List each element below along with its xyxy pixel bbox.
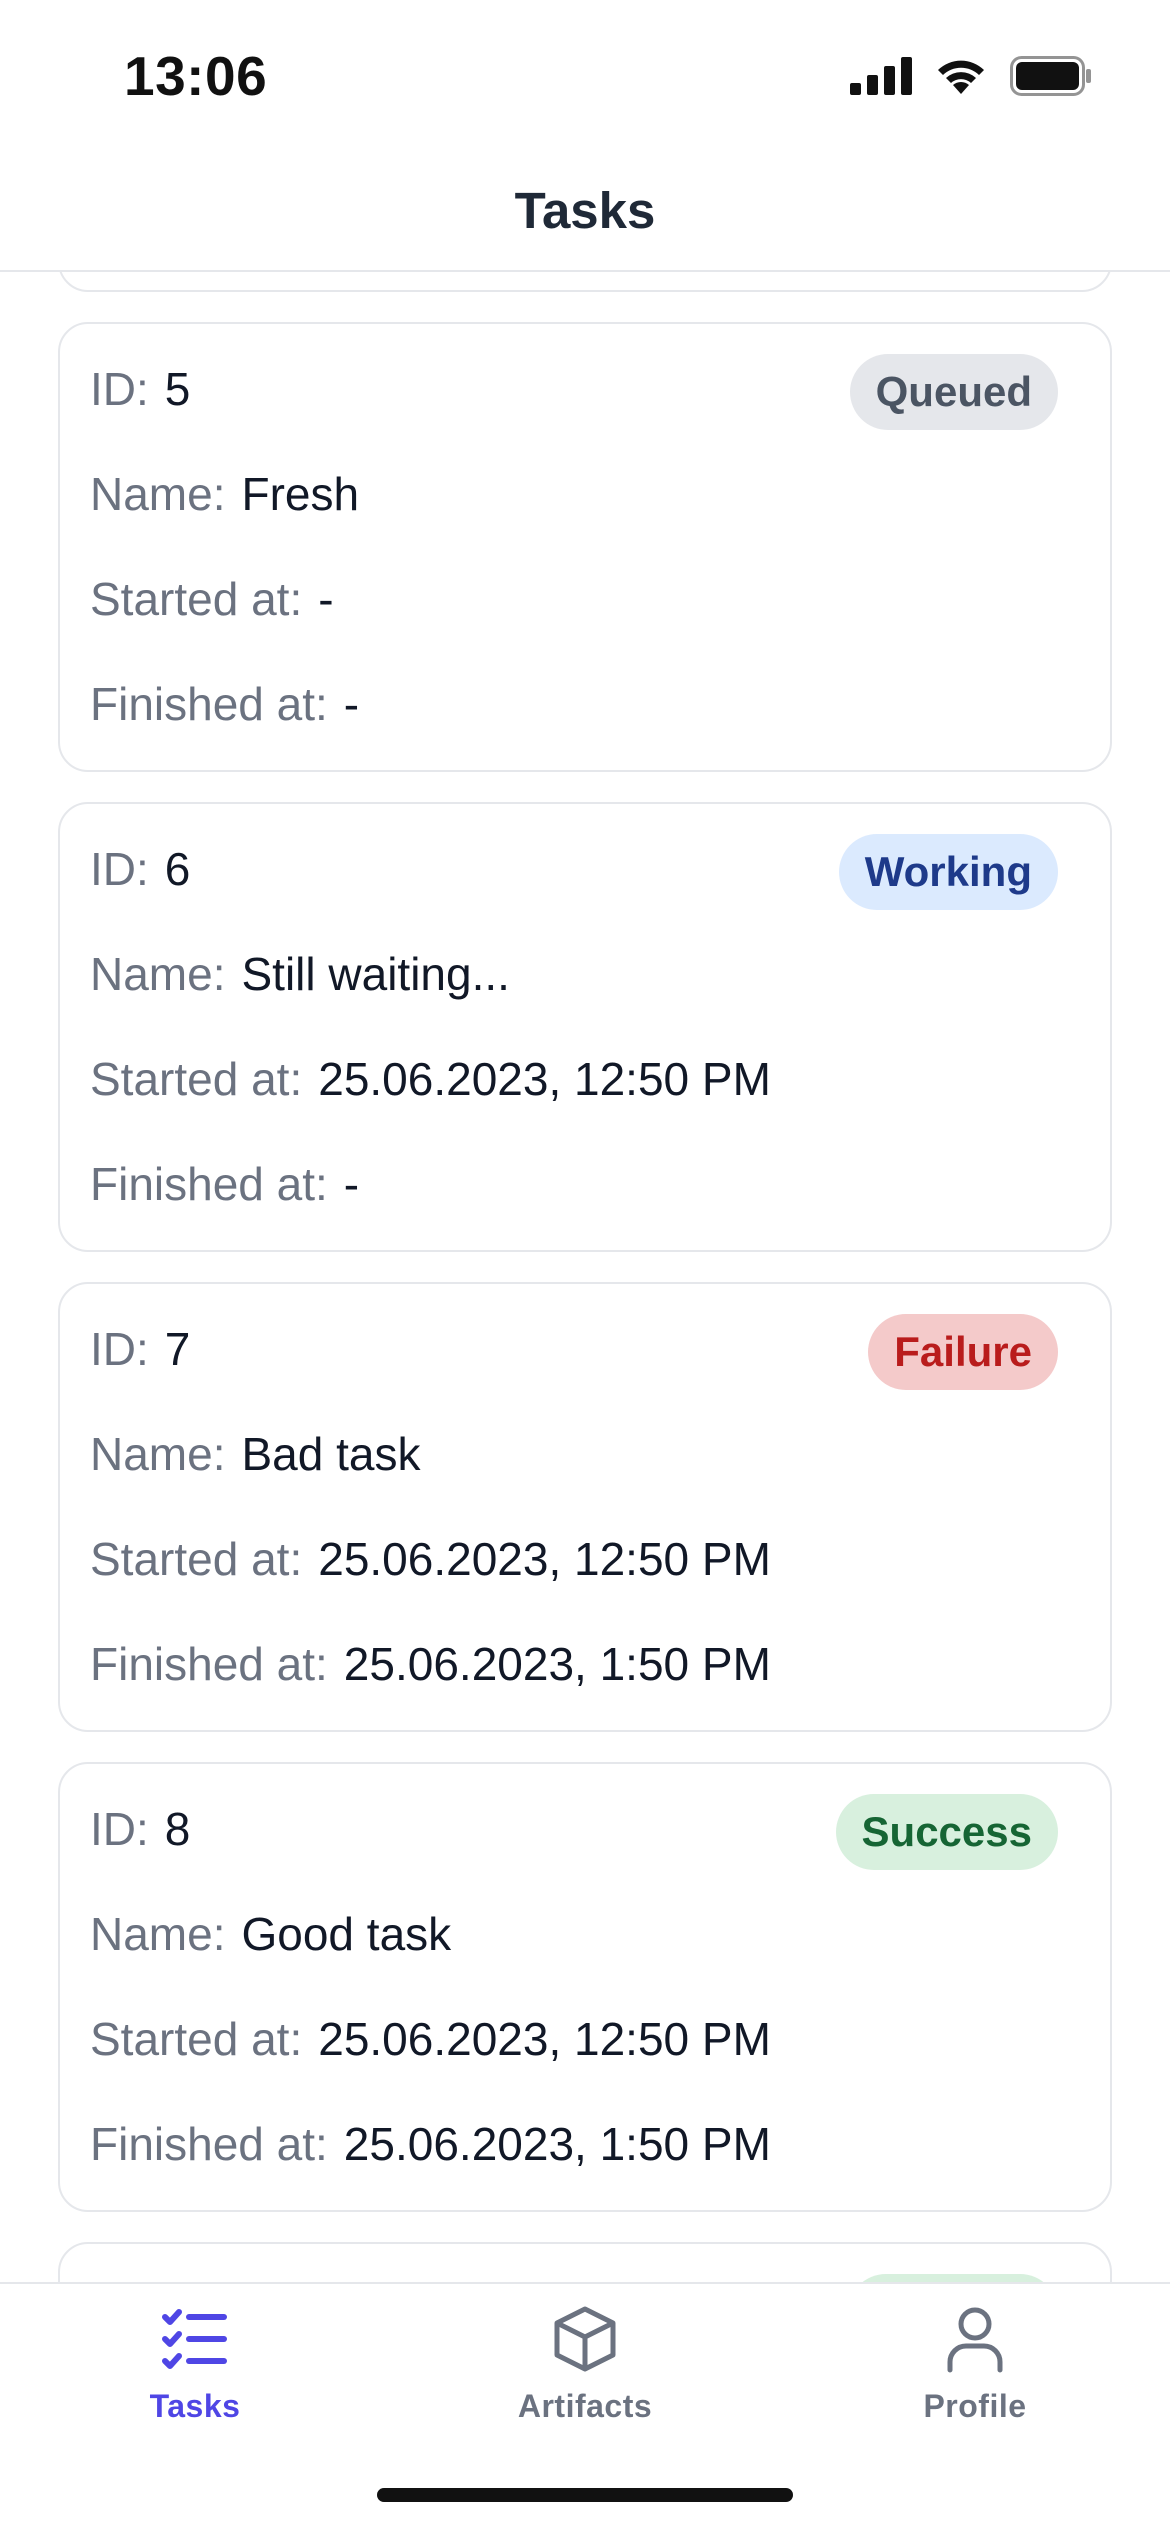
task-id-row: ID: 7 bbox=[90, 1322, 190, 1376]
status-badge: Failure bbox=[868, 1314, 1058, 1390]
task-finished-row: Finished at: - bbox=[90, 677, 359, 731]
task-id-value: 7 bbox=[164, 1323, 191, 1375]
task-finished-row: Finished at: 25.06.2023, 1:50 PM bbox=[90, 2117, 771, 2171]
tab-label: Profile bbox=[923, 2388, 1027, 2424]
status-badge: Working bbox=[838, 834, 1058, 910]
tab-tasks[interactable]: Tasks bbox=[65, 2304, 325, 2425]
task-id-value: 5 bbox=[164, 363, 191, 415]
task-started-label: Started at: bbox=[90, 1053, 303, 1105]
screen: 13:06 Tasks ID: 5 Queued Name: Fresh Sta… bbox=[0, 0, 1170, 2532]
task-finished-label: Finished at: bbox=[90, 2118, 328, 2170]
tab-label: Artifacts bbox=[517, 2388, 653, 2424]
task-name-value: Still waiting... bbox=[241, 948, 510, 1000]
task-finished-value: - bbox=[343, 1158, 360, 1210]
task-name-row: Name: Fresh bbox=[90, 467, 359, 521]
task-id-row: ID: 8 bbox=[90, 1802, 190, 1856]
status-icons bbox=[850, 56, 1092, 96]
page-title: Tasks bbox=[514, 181, 656, 239]
task-id-value: 8 bbox=[164, 1803, 191, 1855]
tasks-list-icon bbox=[162, 2309, 227, 2369]
task-finished-value: - bbox=[343, 678, 360, 730]
task-finished-label: Finished at: bbox=[90, 1638, 328, 1690]
navigation-header: Tasks bbox=[0, 150, 1170, 272]
task-started-label: Started at: bbox=[90, 1533, 303, 1585]
task-name-row: Name: Good task bbox=[90, 1907, 451, 1961]
task-id-label: ID: bbox=[90, 1323, 149, 1375]
task-id-label: ID: bbox=[90, 843, 149, 895]
task-card-partial-bottom[interactable] bbox=[58, 2242, 1112, 2282]
task-name-label: Name: bbox=[90, 468, 226, 520]
task-card[interactable]: ID: 8 Success Name: Good task Started at… bbox=[58, 1762, 1112, 2212]
cellular-signal-icon bbox=[850, 57, 912, 95]
task-id-value: 6 bbox=[164, 843, 191, 895]
task-list[interactable]: ID: 5 Queued Name: Fresh Started at: - F… bbox=[0, 272, 1170, 2282]
home-indicator[interactable] bbox=[377, 2488, 793, 2502]
task-name-row: Name: Bad task bbox=[90, 1427, 420, 1481]
task-started-value: - bbox=[318, 573, 334, 625]
status-badge: Success bbox=[835, 1794, 1058, 1870]
task-card[interactable]: ID: 5 Queued Name: Fresh Started at: - F… bbox=[58, 322, 1112, 772]
person-icon bbox=[947, 2307, 1003, 2373]
task-started-row: Started at: 25.06.2023, 12:50 PM bbox=[90, 1052, 771, 1106]
task-name-label: Name: bbox=[90, 1428, 226, 1480]
task-started-label: Started at: bbox=[90, 573, 303, 625]
task-started-value: 25.06.2023, 12:50 PM bbox=[318, 2013, 771, 2065]
task-finished-value: 25.06.2023, 1:50 PM bbox=[343, 1638, 771, 1690]
task-name-row: Name: Still waiting... bbox=[90, 947, 510, 1001]
task-started-label: Started at: bbox=[90, 2013, 303, 2065]
task-id-row: ID: 5 bbox=[90, 362, 190, 416]
tab-profile[interactable]: Profile bbox=[845, 2304, 1105, 2425]
task-started-value: 25.06.2023, 12:50 PM bbox=[318, 1533, 771, 1585]
wifi-icon bbox=[938, 60, 984, 94]
task-finished-label: Finished at: bbox=[90, 1158, 328, 1210]
task-started-value: 25.06.2023, 12:50 PM bbox=[318, 1053, 771, 1105]
status-badge: Queued bbox=[849, 354, 1058, 430]
task-finished-value: 25.06.2023, 1:50 PM bbox=[343, 2118, 771, 2170]
task-id-label: ID: bbox=[90, 363, 149, 415]
task-finished-label: Finished at: bbox=[90, 678, 328, 730]
status-bar: 13:06 bbox=[0, 0, 1170, 150]
task-started-row: Started at: 25.06.2023, 12:50 PM bbox=[90, 1532, 771, 1586]
task-name-value: Good task bbox=[241, 1908, 452, 1960]
task-started-row: Started at: - bbox=[90, 572, 334, 626]
task-name-value: Fresh bbox=[241, 468, 360, 520]
task-name-value: Bad task bbox=[241, 1428, 421, 1480]
task-name-label: Name: bbox=[90, 1908, 226, 1960]
task-id-label: ID: bbox=[90, 1803, 149, 1855]
status-time: 13:06 bbox=[124, 45, 268, 107]
status-badge-partial bbox=[848, 2274, 1058, 2282]
tab-label: Tasks bbox=[149, 2388, 241, 2424]
task-name-label: Name: bbox=[90, 948, 226, 1000]
tab-artifacts[interactable]: Artifacts bbox=[455, 2304, 715, 2425]
battery-icon bbox=[1010, 56, 1091, 96]
task-card-partial-top[interactable] bbox=[58, 272, 1112, 292]
task-finished-row: Finished at: - bbox=[90, 1157, 359, 1211]
task-finished-row: Finished at: 25.06.2023, 1:50 PM bbox=[90, 1637, 771, 1691]
task-card[interactable]: ID: 7 Failure Name: Bad task Started at:… bbox=[58, 1282, 1112, 1732]
task-card[interactable]: ID: 6 Working Name: Still waiting... Sta… bbox=[58, 802, 1112, 1252]
task-id-row: ID: 6 bbox=[90, 842, 190, 896]
task-started-row: Started at: 25.06.2023, 12:50 PM bbox=[90, 2012, 771, 2066]
cube-icon bbox=[554, 2306, 616, 2372]
